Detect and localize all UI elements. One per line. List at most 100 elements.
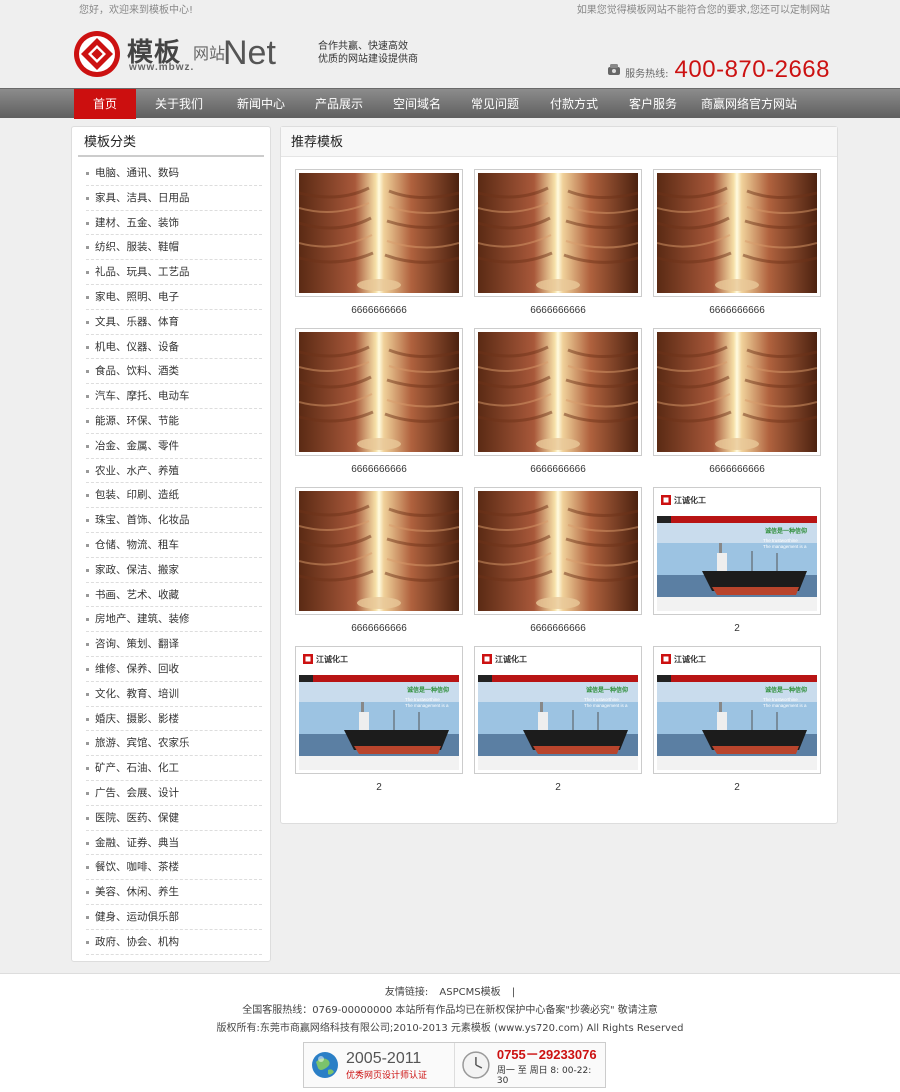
- ship-site-preview: 江诚化工诚信是一种信仰 The trustworthineThe manageme…: [657, 491, 817, 611]
- category-item[interactable]: 珠宝、首饰、化妆品: [86, 508, 262, 533]
- nav-item-3[interactable]: 产品展示: [300, 89, 378, 119]
- category-item[interactable]: 冶金、金属、零件: [86, 434, 262, 459]
- category-item[interactable]: 家电、照明、电子: [86, 285, 262, 310]
- product-thumbnail[interactable]: [653, 169, 821, 297]
- product-card[interactable]: 6666666666: [474, 328, 642, 475]
- category-item[interactable]: 政府、协会、机构: [86, 930, 262, 955]
- category-item[interactable]: 咨询、策划、翻译: [86, 632, 262, 657]
- product-caption[interactable]: 6666666666: [474, 623, 642, 634]
- category-item[interactable]: 美容、休闲、养生: [86, 880, 262, 905]
- svg-text:The management is a: The management is a: [763, 703, 807, 708]
- category-item[interactable]: 维修、保养、回收: [86, 657, 262, 682]
- product-thumbnail[interactable]: 江诚化工诚信是一种信仰 The trustworthine The manageme…: [653, 487, 821, 615]
- nav-item-7[interactable]: 客户服务: [614, 89, 692, 119]
- product-caption[interactable]: 2: [295, 782, 463, 793]
- svg-text:江诚化工: 江诚化工: [674, 495, 706, 505]
- product-caption[interactable]: 2: [474, 782, 642, 793]
- product-thumbnail[interactable]: [474, 169, 642, 297]
- site-logo[interactable]: 模板 网站 Net www.mbwz.: [73, 30, 287, 78]
- badge-years: 2005-2011: [346, 1049, 422, 1067]
- category-item[interactable]: 汽车、摩托、电动车: [86, 384, 262, 409]
- category-item[interactable]: 书画、艺术、收藏: [86, 583, 262, 608]
- product-caption[interactable]: 6666666666: [653, 305, 821, 316]
- product-thumbnail[interactable]: [295, 328, 463, 456]
- product-card[interactable]: 6666666666: [474, 487, 642, 634]
- product-card[interactable]: 江诚化工 诚信是一种信仰 The trustworthine The manageme…: [653, 646, 821, 793]
- svg-text:诚信是一种信仰: 诚信是一种信仰: [765, 686, 807, 694]
- category-item[interactable]: 餐饮、咖啡、茶楼: [86, 855, 262, 881]
- product-card[interactable]: 6666666666: [295, 328, 463, 475]
- product-caption[interactable]: 2: [653, 782, 821, 793]
- product-card[interactable]: 江诚化工 诚信是一种信仰 The trustworthine The manageme…: [474, 646, 642, 793]
- clock-icon: [462, 1051, 490, 1079]
- designer-cert-badge[interactable]: 2005-2011 优秀网页设计师认证: [304, 1043, 454, 1087]
- footer: 友情链接: ASPCMS模板 | 全国客服热线：0769-00000000 本站…: [0, 973, 900, 1092]
- product-caption[interactable]: 6666666666: [474, 464, 642, 475]
- category-list: 电脑、通讯、数码 家具、洁具、日用品 建材、五金、装饰 纺织、服装、鞋帽 礼品、玩具、工…: [72, 157, 270, 955]
- category-item[interactable]: 金融、证券、典当: [86, 831, 262, 856]
- svg-text:The trustworthine: The trustworthine: [763, 538, 798, 543]
- category-item[interactable]: 健身、运动俱乐部: [86, 905, 262, 930]
- category-item[interactable]: 食品、饮料、酒类: [86, 359, 262, 385]
- product-card[interactable]: 6666666666: [295, 169, 463, 316]
- product-thumbnail[interactable]: [653, 328, 821, 456]
- product-card[interactable]: 6666666666: [653, 328, 821, 475]
- product-card[interactable]: 6666666666: [295, 487, 463, 634]
- category-item[interactable]: 旅游、宾馆、农家乐: [86, 731, 262, 757]
- product-thumbnail[interactable]: 江诚化工 诚信是一种信仰 The trustworthine The manageme…: [295, 646, 463, 774]
- category-item[interactable]: 房地产、建筑、装修: [86, 607, 262, 633]
- category-item[interactable]: 纺织、服装、鞋帽: [86, 235, 262, 261]
- nav-item-4[interactable]: 空间域名: [378, 89, 456, 119]
- canyon-photo: [478, 491, 638, 611]
- nav-item-8[interactable]: 商赢网络官方网站: [692, 89, 806, 119]
- category-item[interactable]: 文化、教育、培训: [86, 682, 262, 707]
- product-thumbnail[interactable]: [295, 169, 463, 297]
- nav-item-5[interactable]: 常见问题: [456, 89, 534, 119]
- canyon-photo: [299, 173, 459, 293]
- product-caption[interactable]: 6666666666: [653, 464, 821, 475]
- category-item[interactable]: 婚庆、摄影、影楼: [86, 707, 262, 732]
- canyon-photo: [299, 332, 459, 452]
- product-thumbnail[interactable]: 江诚化工 诚信是一种信仰 The trustworthine The manageme…: [653, 646, 821, 774]
- friend-link-aspcms[interactable]: ASPCMS模板: [439, 987, 500, 998]
- nav-item-1[interactable]: 关于我们: [136, 89, 222, 119]
- logo-url: www.mbwz.: [129, 62, 195, 73]
- category-item[interactable]: 家具、洁具、日用品: [86, 186, 262, 211]
- product-thumbnail[interactable]: [474, 487, 642, 615]
- category-item[interactable]: 农业、水产、养殖: [86, 459, 262, 484]
- category-item[interactable]: 建材、五金、装饰: [86, 211, 262, 236]
- category-item[interactable]: 广告、会展、设计: [86, 781, 262, 806]
- category-item[interactable]: 礼品、玩具、工艺品: [86, 260, 262, 285]
- slogan: 合作共赢、快速高效 优质的网站建设提供商: [318, 40, 418, 66]
- product-card[interactable]: 江诚化工 诚信是一种信仰 The trustworthine The manageme…: [295, 646, 463, 793]
- svg-text:诚信是一种信仰: 诚信是一种信仰: [765, 527, 807, 535]
- product-caption[interactable]: 6666666666: [295, 305, 463, 316]
- product-thumbnail[interactable]: [295, 487, 463, 615]
- category-item[interactable]: 机电、仪器、设备: [86, 335, 262, 360]
- svg-text:The management is a: The management is a: [584, 703, 628, 708]
- nav-item-6[interactable]: 付款方式: [534, 89, 614, 119]
- nav-item-2[interactable]: 新闻中心: [222, 89, 300, 119]
- category-item[interactable]: 能源、环保、节能: [86, 409, 262, 434]
- category-item[interactable]: 包装、印刷、造纸: [86, 483, 262, 509]
- product-caption[interactable]: 6666666666: [474, 305, 642, 316]
- product-thumbnail[interactable]: 江诚化工 诚信是一种信仰 The trustworthine The manageme…: [474, 646, 642, 774]
- category-item[interactable]: 家政、保洁、搬家: [86, 558, 262, 583]
- logo-emblem-icon: [74, 31, 120, 77]
- service-hours-badge[interactable]: 0755－29233076 周一 至 周日 8: 00-22: 30: [454, 1043, 605, 1087]
- nav-item-0[interactable]: 首页: [74, 89, 136, 119]
- svg-text:The management is a: The management is a: [763, 544, 807, 549]
- svg-text:诚信是一种信仰: 诚信是一种信仰: [407, 686, 449, 694]
- product-card[interactable]: 江诚化工诚信是一种信仰 The trustworthine The manageme…: [653, 487, 821, 634]
- category-item[interactable]: 电脑、通讯、数码: [86, 161, 262, 186]
- category-item[interactable]: 医院、医药、保健: [86, 806, 262, 831]
- product-caption[interactable]: 6666666666: [295, 623, 463, 634]
- product-thumbnail[interactable]: [474, 328, 642, 456]
- product-caption[interactable]: 2: [653, 623, 821, 634]
- category-item[interactable]: 矿产、石油、化工: [86, 756, 262, 781]
- product-card[interactable]: 6666666666: [474, 169, 642, 316]
- category-item[interactable]: 仓储、物流、租车: [86, 533, 262, 558]
- product-caption[interactable]: 6666666666: [295, 464, 463, 475]
- category-item[interactable]: 文具、乐器、体育: [86, 310, 262, 335]
- product-card[interactable]: 6666666666: [653, 169, 821, 316]
